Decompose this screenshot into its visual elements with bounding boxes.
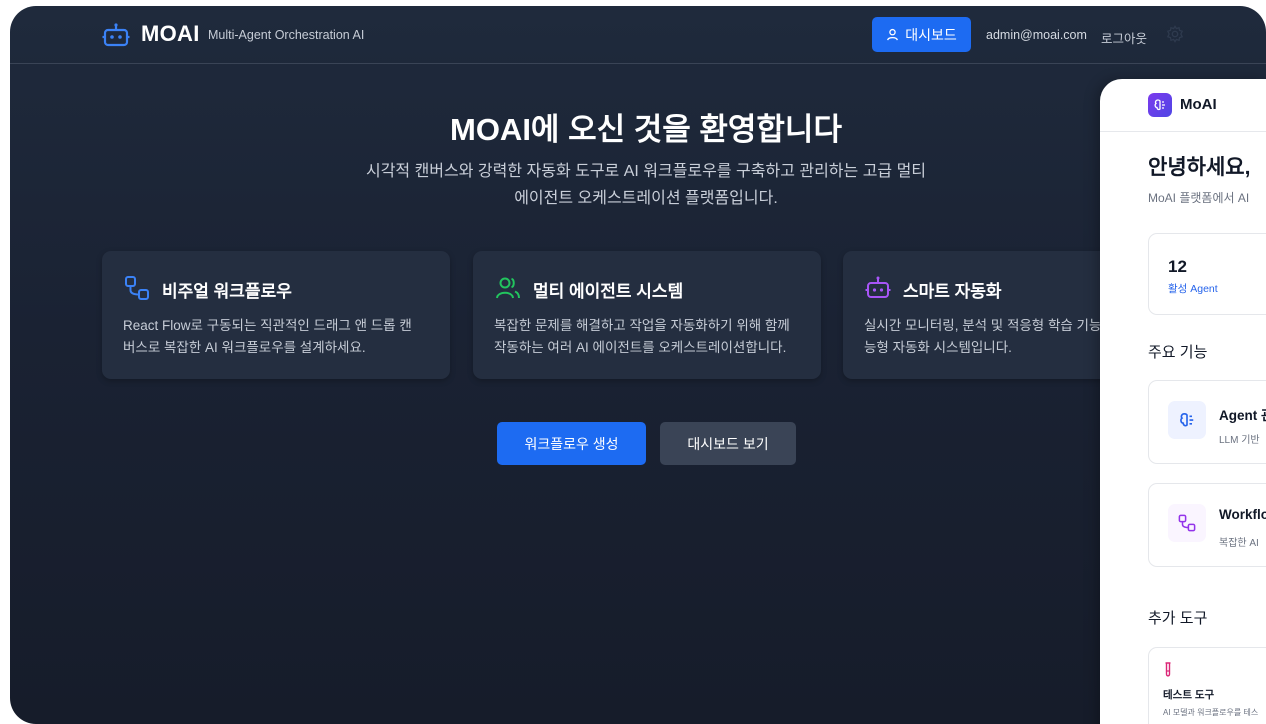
robot-logo-icon[interactable] (102, 22, 130, 48)
logout-link[interactable]: 로그아웃 (1101, 28, 1147, 47)
mobile-subtext: MoAI 플랫폼에서 AI (1148, 191, 1250, 205)
top-navigation-bar: MOAI Multi-Agent Orchestration AI 대시보드 a… (10, 6, 1266, 64)
dashboard-button[interactable]: 대시보드 (872, 17, 971, 52)
brand-name[interactable]: MOAI (141, 21, 200, 47)
hero-subtitle-line: 시각적 캔버스와 강력한 자동화 도구로 AI 워크플로우를 구축하고 관리하는… (365, 163, 927, 180)
robot-icon (865, 276, 891, 298)
active-agent-stat-card[interactable]: 12 활성 Agent (1148, 233, 1266, 315)
feature-card-description: 복잡한 문제를 해결하고 작업을 자동화하기 위해 함께 작동하는 여러 AI … (494, 315, 806, 359)
section-title-tools: 추가 도구 (1148, 610, 1208, 627)
mobile-feature-subtitle: 복잡한 AI (1219, 538, 1259, 549)
mobile-feature-subtitle: LLM 기반 (1219, 435, 1260, 446)
mobile-feature-title: Workflo (1219, 507, 1266, 522)
view-dashboard-button[interactable]: 대시보드 보기 (660, 422, 796, 465)
feature-card-title: 스마트 자동화 (903, 282, 1002, 301)
feature-card-description-line: 버스로 복잡한 AI 워크플로우를 설계하세요. (123, 340, 366, 355)
mobile-preview-panel: MoAI 안녕하세요, MoAI 플랫폼에서 AI 12 활성 Agent 주요… (1100, 79, 1266, 724)
brain-icon (1154, 99, 1165, 111)
user-email: admin@moai.com (986, 28, 1087, 42)
feature-card-description: React Flow로 구동되는 직관적인 드래그 앤 드롭 캔 버스로 복잡한… (123, 315, 435, 359)
brain-logo-icon[interactable] (1148, 93, 1172, 117)
dashboard-button-label: 대시보드 (905, 26, 957, 43)
app-window: MOAI Multi-Agent Orchestration AI 대시보드 a… (10, 6, 1266, 724)
mobile-tool-card-test[interactable]: 테스트 도구 AI 모델과 워크플로우를 테스 (1148, 647, 1266, 724)
feature-card-description-line: React Flow로 구동되는 직관적인 드래그 앤 드롭 캔 (123, 318, 412, 333)
feature-card-title: 멀티 에이전트 시스템 (533, 282, 684, 301)
feature-card-visual-workflow: 비주얼 워크플로우 React Flow로 구동되는 직관적인 드래그 앤 드롭… (102, 251, 450, 379)
test-tube-icon (1165, 662, 1171, 677)
user-icon (887, 28, 899, 41)
mobile-header: MoAI (1100, 79, 1266, 132)
gear-icon[interactable] (1166, 25, 1184, 43)
workflow-icon (125, 276, 149, 300)
tool-title: 테스트 도구 (1163, 689, 1215, 701)
stat-label: 활성 Agent (1168, 283, 1218, 295)
stat-value: 12 (1168, 257, 1187, 276)
workflow-icon (1168, 504, 1206, 542)
mobile-feature-card-workflow[interactable]: Workflo 복잡한 AI (1148, 483, 1266, 567)
hero-title: MOAI에 오신 것을 환영합니다 (450, 112, 842, 147)
brand-tagline: Multi-Agent Orchestration AI (208, 28, 365, 42)
mobile-feature-card-agent[interactable]: Agent 관 LLM 기반 (1148, 380, 1266, 464)
mobile-feature-title: Agent 관 (1219, 408, 1266, 423)
feature-card-title: 비주얼 워크플로우 (162, 282, 292, 301)
users-icon (496, 277, 520, 299)
hero-subtitle-line: 에이전트 오케스트레이션 플랫폼입니다. (514, 190, 778, 207)
feature-card-multi-agent: 멀티 에이전트 시스템 복잡한 문제를 해결하고 작업을 자동화하기 위해 함께… (473, 251, 821, 379)
mobile-greeting: 안녕하세요, (1148, 156, 1251, 179)
section-title-features: 주요 기능 (1148, 344, 1208, 361)
feature-card-description-line: 작동하는 여러 AI 에이전트를 오케스트레이션합니다. (494, 340, 787, 355)
brain-icon (1168, 401, 1206, 439)
feature-card-description-line: 복잡한 문제를 해결하고 작업을 자동화하기 위해 함께 (494, 318, 790, 333)
mobile-brand: MoAI (1180, 96, 1217, 113)
hero-subtitle: 시각적 캔버스와 강력한 자동화 도구로 AI 워크플로우를 구축하고 관리하는… (340, 158, 952, 212)
tool-description: AI 모델과 워크플로우를 테스 (1163, 708, 1259, 717)
create-workflow-button[interactable]: 워크플로우 생성 (497, 422, 646, 465)
